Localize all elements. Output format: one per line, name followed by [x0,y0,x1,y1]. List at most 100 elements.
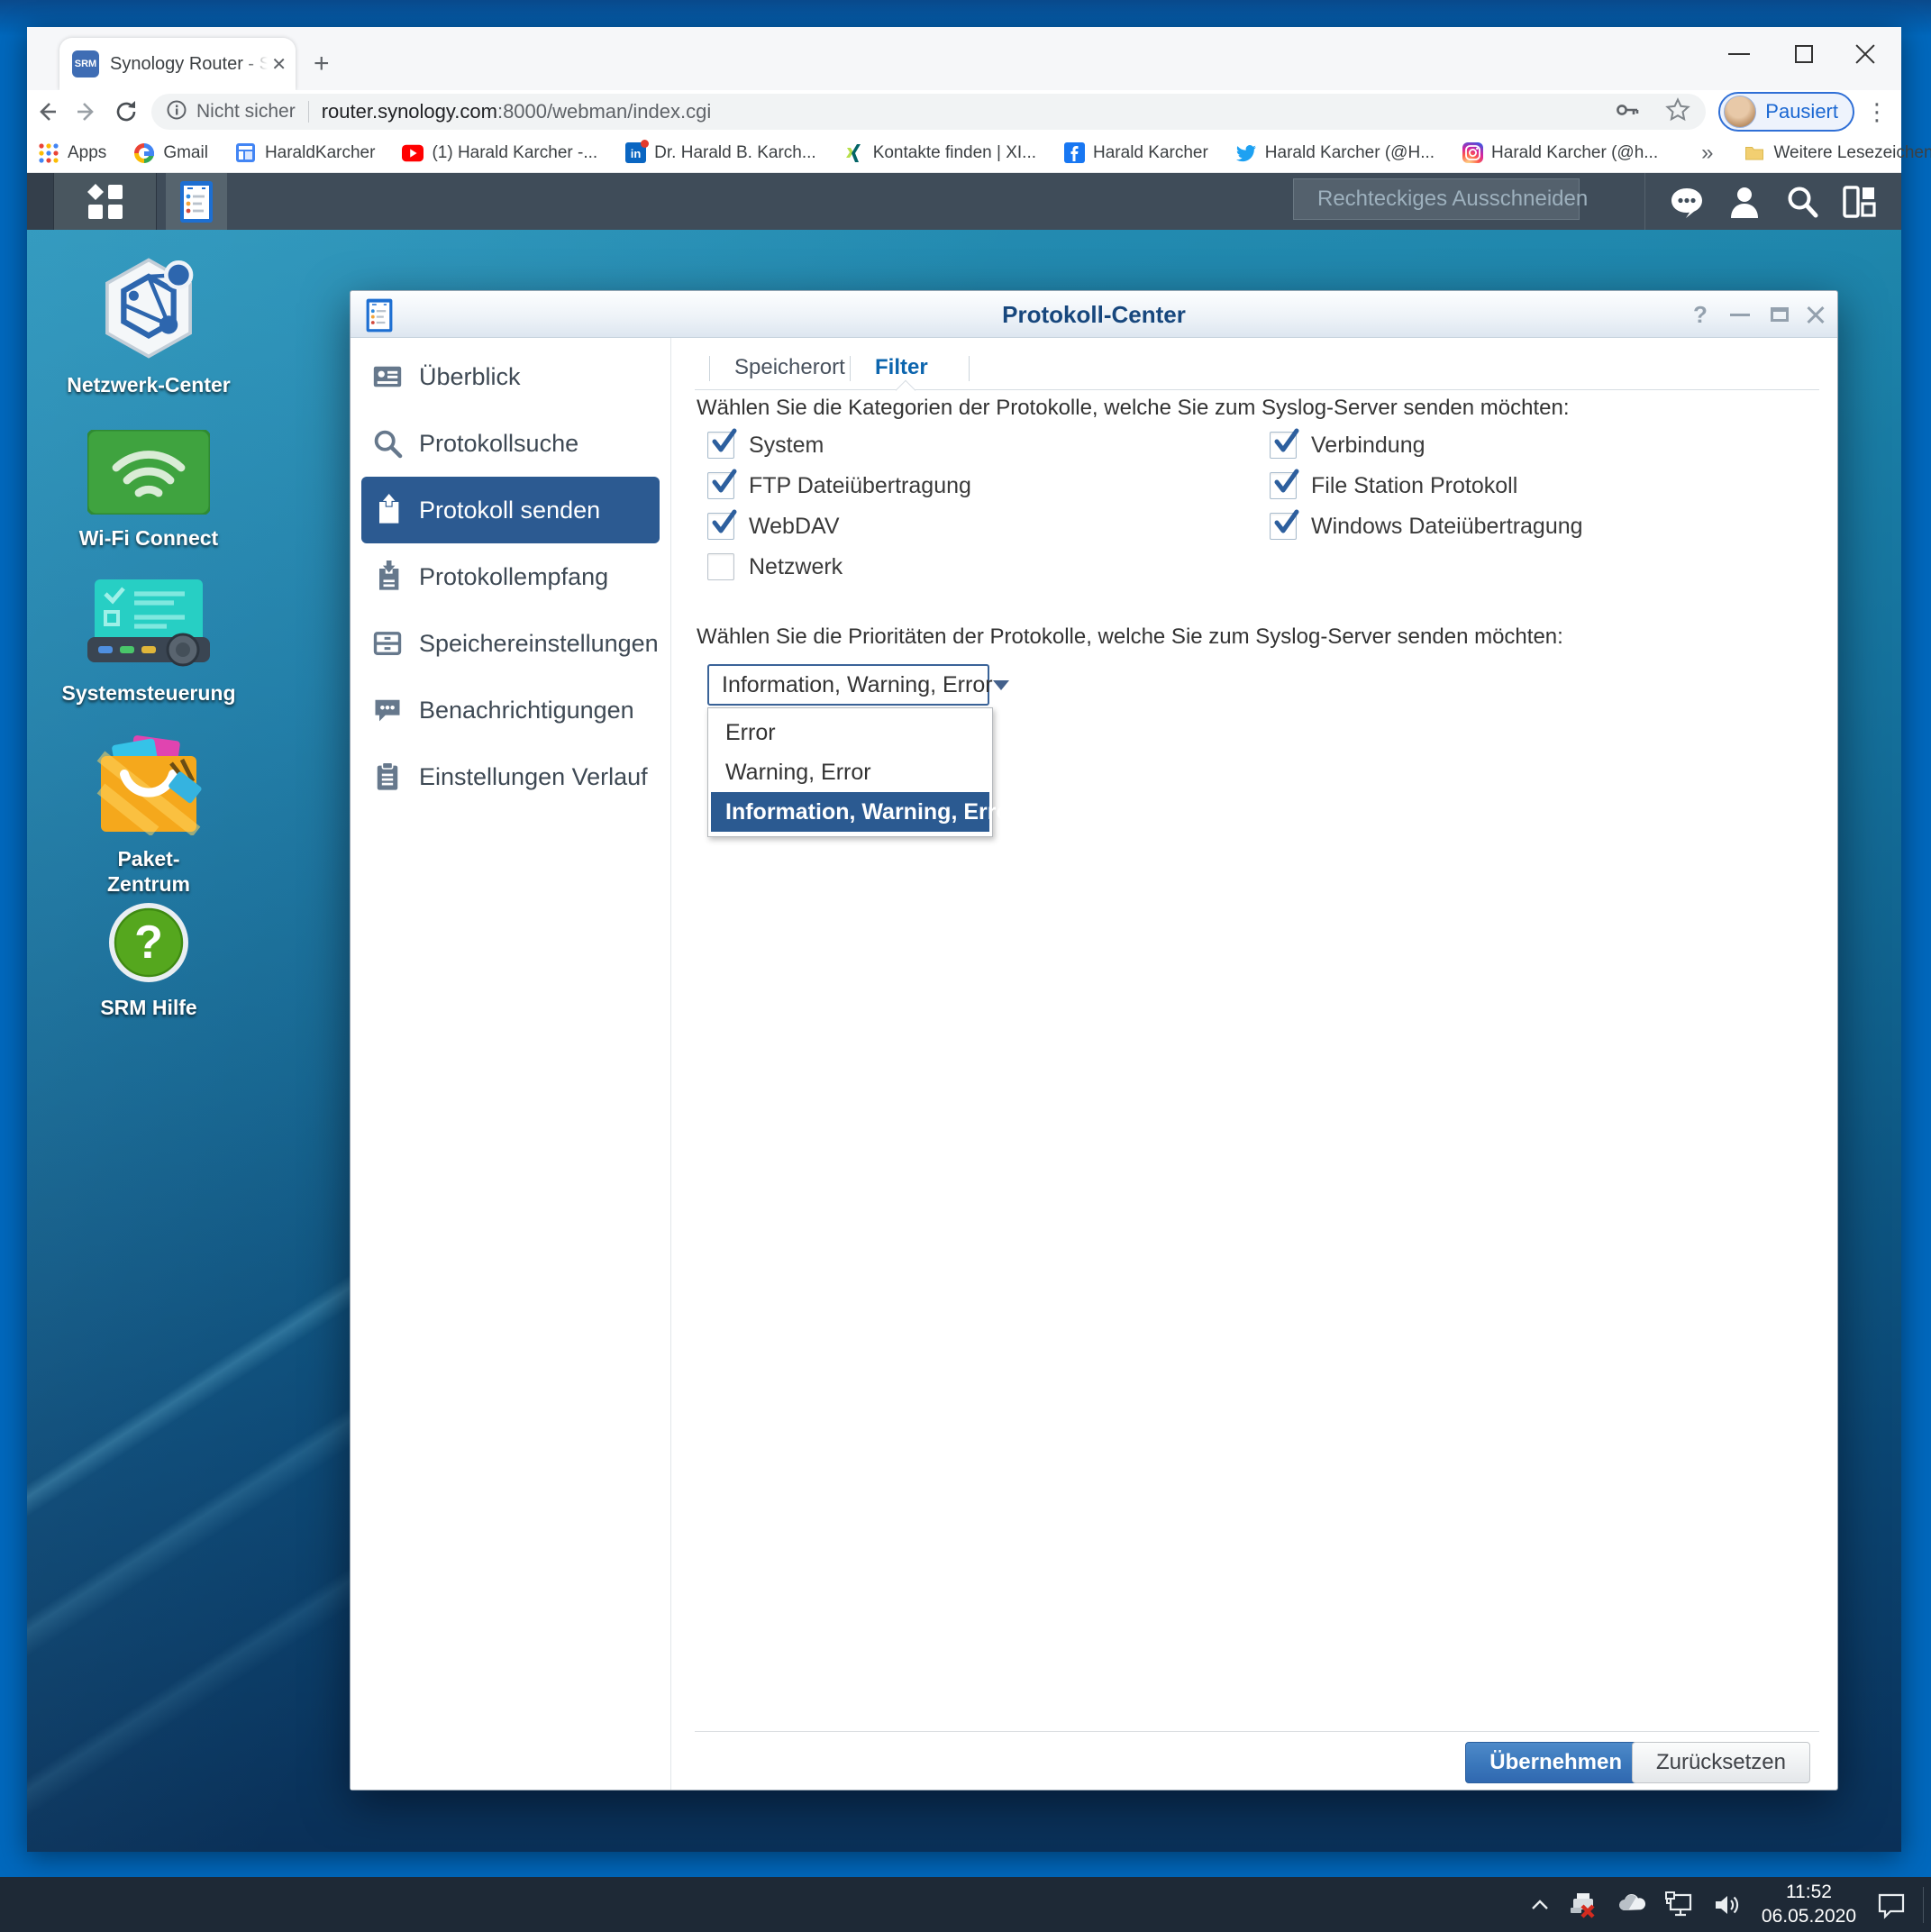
windows-taskbar: 11:52 06.05.2020 [0,1877,1931,1932]
window-maximize-button[interactable] [1775,27,1833,81]
footer-separator [695,1731,1819,1732]
sidebar-item-benachrichtigungen[interactable]: Benachrichtigungen [351,677,670,743]
omnibox-divider [307,101,309,123]
folder-icon [1744,142,1765,164]
bookmark-star-icon[interactable] [1664,96,1691,128]
srm-help-icon: ? [107,901,190,989]
checkbox-checked[interactable] [1270,428,1299,459]
pc-titlebar[interactable]: Protokoll-Center ? [351,291,1837,338]
checkbox-label[interactable]: FTP Dateiübertragung [749,473,971,499]
bookmark-item[interactable]: Harald Karcher [1063,142,1208,164]
back-icon[interactable] [27,92,67,132]
new-tab-button[interactable]: + [314,50,330,77]
tab-divider [969,356,970,381]
priority-option[interactable]: Error [711,713,989,752]
desktop-icon-label: SRM Hilfe [100,996,197,1019]
bookmark-item[interactable]: HaraldKarcher [235,142,375,164]
checkbox-checked[interactable] [707,428,737,459]
sidebar-item-label: Speichereinstellungen [419,629,659,657]
sidebar-item-protokollempfang[interactable]: Protokollempfang [351,543,670,610]
sidebar-item-label: Protokoll senden [419,496,601,524]
srm-desktop-wallpaper: Netzwerk-Center Wi-Fi Connect Systemsteuer… [27,230,1901,1852]
widgets-icon[interactable] [1836,178,1883,225]
log-receive-icon [370,560,405,594]
main-menu-button[interactable] [54,173,157,230]
search-icon[interactable] [1779,178,1826,225]
bookmark-item[interactable]: Harald Karcher (@h... [1462,142,1658,164]
checkbox-checked[interactable] [707,509,737,540]
bookmark-item[interactable]: Apps [38,142,106,164]
bookmark-item[interactable]: in Dr. Harald B. Karch... [624,139,816,164]
taskbar-time: 11:52 [1785,1882,1832,1903]
bookmark-label: Kontakte finden | XI... [872,142,1037,162]
desktop-icon-srmhilfe[interactable]: ? SRM Hilfe [45,901,252,1021]
bookmark-item[interactable]: Gmail [133,142,208,164]
pc-help-button[interactable]: ? [1682,291,1718,338]
checkbox-checked[interactable] [1270,509,1299,540]
info-icon[interactable] [166,99,187,125]
tab-speicherort[interactable]: Speicherort [711,349,869,389]
sidebar-item-speichereinstellungen[interactable]: Speichereinstellungen [351,610,670,677]
priority-option[interactable]: Warning, Error [711,752,989,792]
onedrive-icon[interactable] [1607,1877,1655,1932]
profile-button[interactable]: Pausiert [1718,92,1854,132]
checkbox-label[interactable]: Verbindung [1311,433,1425,459]
other-bookmarks-button[interactable]: Weitere Lesezeichen [1744,142,1931,164]
srm-topbar: Rechteckiges Ausschneiden [27,173,1901,230]
show-desktop-button[interactable] [1924,1877,1931,1932]
printer-error-icon[interactable] [1560,1877,1607,1932]
desktop-icon-systemsteuerung[interactable]: Systemsteuerung [45,579,252,706]
bookmark-item[interactable]: (1) Harald Karcher -... [402,142,597,164]
pc-close-button[interactable] [1798,291,1834,338]
checkbox-checked[interactable] [1270,469,1299,499]
priority-option[interactable]: Information, Warning, Error [711,792,1018,832]
desktop-icon-paket-zentrum[interactable]: Paket- Zentrum [45,734,252,897]
pc-content: Speicherort Filter Wählen Sie die Katego… [671,338,1837,1790]
network-icon[interactable] [1655,1877,1702,1932]
user-options-icon[interactable] [1721,178,1768,225]
bookmark-item[interactable]: Harald Karcher (@H... [1235,142,1435,164]
sidebar-item-überblick[interactable]: Überblick [351,343,670,410]
desktop-icon-wi-ficonnect[interactable]: Wi-Fi Connect [45,428,252,551]
bookmarks-overflow-button[interactable]: » [1701,141,1713,166]
priority-select[interactable]: Information, Warning, Error [707,664,1009,706]
sidebar-item-einstellungen-verlauf[interactable]: Einstellungen Verlauf [351,743,670,810]
chevron-down-icon [992,679,1009,690]
checkbox-label[interactable]: WebDAV [749,514,840,540]
bookmark-item[interactable]: Kontakte finden | XI... [843,142,1036,164]
taskbar-clock[interactable]: 11:52 06.05.2020 [1751,1881,1867,1928]
checkbox-label[interactable]: Netzwerk [749,554,843,580]
apply-button[interactable]: Übernehmen [1465,1742,1646,1783]
desktop-icon-netzwerk-center[interactable]: Netzwerk-Center [45,255,252,398]
browser-tab[interactable]: SRM Synology Router - SynologyRoute ✕ [59,38,296,90]
sidebar-item-label: Einstellungen Verlauf [419,762,648,790]
profile-label: Pausiert [1765,100,1838,123]
window-minimize-button[interactable] [1710,27,1768,81]
checkbox-label[interactable]: Windows Dateiübertragung [1311,514,1583,540]
window-close-button[interactable] [1836,27,1894,81]
reset-button[interactable]: Zurücksetzen [1631,1742,1810,1783]
sidebar-item-protokollsuche[interactable]: Protokollsuche [351,410,670,477]
checkbox-row: Verbindung [1270,428,1425,459]
log-center-task-icon [180,180,213,223]
checkbox-label[interactable]: File Station Protokoll [1311,473,1517,499]
chevron-up-icon[interactable] [1520,1877,1560,1932]
checkbox-label[interactable]: System [749,433,824,459]
facebook-icon [1063,142,1085,164]
forward-icon[interactable] [67,92,106,132]
pc-maximize-button[interactable] [1762,291,1798,338]
speaker-icon[interactable] [1702,1877,1751,1932]
checkbox-unchecked[interactable] [707,553,734,580]
address-bar[interactable]: Nicht sicher router.synology.com:8000/we… [151,94,1707,130]
reload-icon[interactable] [106,92,146,132]
checkbox-checked[interactable] [707,469,737,499]
pc-minimize-button[interactable] [1722,291,1758,338]
log-center-task-button[interactable] [166,173,227,230]
key-icon[interactable] [1614,96,1641,128]
browser-menu-icon[interactable]: ⋮ [1865,98,1889,126]
pc-window-title: Protokoll-Center [1002,301,1186,328]
action-center-icon[interactable] [1867,1877,1916,1932]
sidebar-item-protokoll-senden[interactable]: Protokoll senden [361,477,660,543]
notifications-bubble-icon[interactable] [1663,178,1710,225]
tab-close-icon[interactable]: ✕ [271,53,287,76]
